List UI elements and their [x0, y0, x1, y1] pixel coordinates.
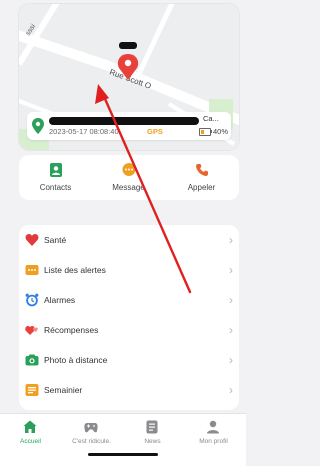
menu-label: Alarmes [44, 295, 76, 305]
call-button[interactable]: Appeler [165, 155, 238, 200]
gamepad-icon [84, 423, 98, 433]
chevron-right-icon: › [229, 383, 233, 397]
alert-list-icon [25, 265, 39, 275]
contacts-icon [50, 163, 62, 177]
message-button[interactable]: Message [92, 155, 165, 200]
location-source: GPS [147, 127, 163, 136]
camera-icon [25, 354, 39, 366]
alarm-clock-icon [25, 293, 39, 307]
home-icon [23, 420, 37, 433]
menu-label: Semainier [44, 385, 83, 395]
tab-label: News [144, 438, 161, 445]
tab-label: C'est ridicule. [72, 438, 111, 445]
message-label: Message [112, 183, 145, 192]
home-indicator [88, 453, 158, 456]
quick-actions: Contacts Message Appeler [19, 155, 239, 200]
tab-label: Mon profil [199, 438, 228, 445]
chevron-right-icon: › [229, 353, 233, 367]
message-icon [122, 163, 136, 176]
menu-item-planner[interactable]: Semainier › [19, 375, 239, 405]
tab-home[interactable]: Accueil [0, 418, 61, 454]
location-card[interactable]: Rue Scott O sssi Ca... 2023-05-17 08:08:… [19, 4, 239, 150]
menu-item-remote-photo[interactable]: Photo à distance › [19, 345, 239, 375]
menu-item-rewards[interactable]: Récompenses › [19, 315, 239, 345]
profile-icon [207, 420, 219, 434]
address-redacted [49, 117, 199, 125]
tab-label: Accueil [20, 438, 41, 445]
planner-icon [25, 384, 39, 396]
menu-label: Liste des alertes [44, 265, 106, 275]
contacts-label: Contacts [39, 183, 72, 192]
contacts-button[interactable]: Contacts [19, 155, 92, 200]
tab-profile[interactable]: Mon profil [183, 418, 244, 454]
menu-label: Photo à distance [44, 355, 108, 365]
battery-level: 40% [213, 127, 229, 136]
news-icon [146, 420, 158, 434]
phone-icon [196, 164, 208, 176]
address-text: Ca... [203, 114, 219, 123]
menu-label: Santé [44, 235, 67, 245]
menu-item-alerts[interactable]: Liste des alertes › [19, 255, 239, 285]
menu-item-alarms[interactable]: Alarmes › [19, 285, 239, 315]
bottom-tab-bar: Accueil C'est ridicule. News Mon profil [0, 413, 246, 466]
rewards-icon [25, 326, 38, 335]
menu-item-health[interactable]: Santé › [19, 225, 239, 255]
chevron-right-icon: › [229, 263, 233, 277]
chevron-right-icon: › [229, 323, 233, 337]
menu-label: Récompenses [44, 325, 99, 335]
tab-news[interactable]: News [122, 418, 183, 454]
heart-icon [25, 234, 39, 246]
call-label: Appeler [187, 183, 216, 192]
location-info-bar[interactable]: Ca... 2023-05-17 08:08:40 GPS 40% [27, 112, 231, 140]
chevron-right-icon: › [229, 233, 233, 247]
timestamp: 2023-05-17 08:08:40 [49, 127, 119, 136]
tab-games[interactable]: C'est ridicule. [61, 418, 122, 454]
feature-menu: Santé › Liste des alertes › Alarmes › Ré… [19, 225, 239, 410]
chevron-right-icon: › [229, 293, 233, 307]
pin-icon [32, 118, 44, 134]
